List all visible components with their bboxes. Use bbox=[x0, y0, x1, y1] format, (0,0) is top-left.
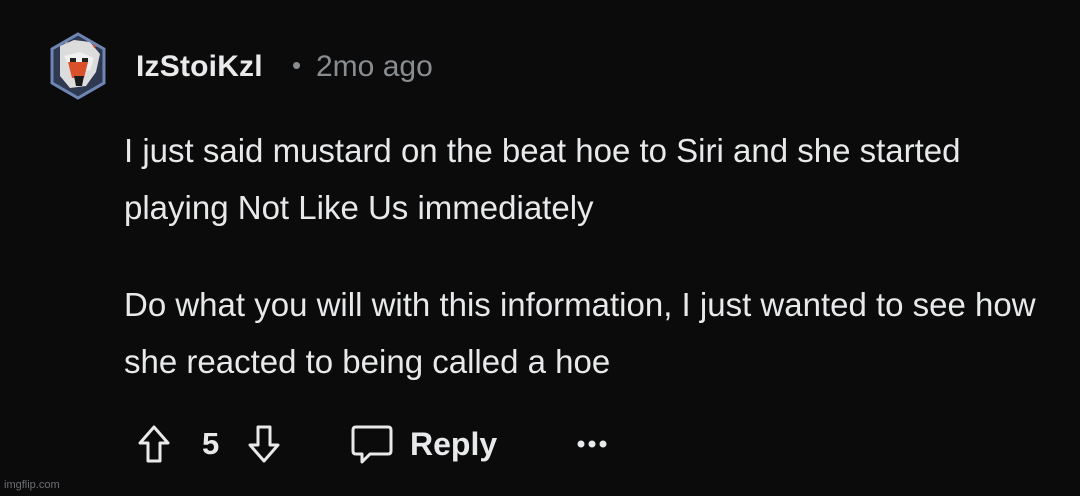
watermark: imgflip.com bbox=[4, 479, 60, 491]
comment-paragraph-1: I just said mustard on the beat hoe to S… bbox=[124, 132, 961, 226]
comment-timestamp: 2mo ago bbox=[316, 50, 433, 83]
user-avatar[interactable] bbox=[50, 32, 106, 100]
arrow-up-outline-icon bbox=[138, 425, 170, 463]
comment-paragraph-2: Do what you will with this information, … bbox=[124, 286, 1036, 380]
reply-label: Reply bbox=[410, 425, 498, 462]
reply-button[interactable]: Reply bbox=[350, 420, 510, 468]
upvote-button[interactable] bbox=[134, 418, 174, 470]
comment-action-bar: 5 Reply bbox=[0, 414, 1080, 474]
ellipsis-icon bbox=[577, 440, 607, 448]
username[interactable]: IzStoiKzl bbox=[136, 50, 263, 84]
more-options-button[interactable] bbox=[572, 424, 612, 464]
speech-bubble-icon bbox=[351, 425, 393, 464]
arrow-down-outline-icon bbox=[248, 425, 280, 463]
downvote-button[interactable] bbox=[244, 418, 284, 470]
comment-body: I just said mustard on the beat hoe to S… bbox=[124, 122, 1054, 430]
vote-score: 5 bbox=[202, 426, 220, 461]
meta-separator: • bbox=[292, 50, 302, 80]
